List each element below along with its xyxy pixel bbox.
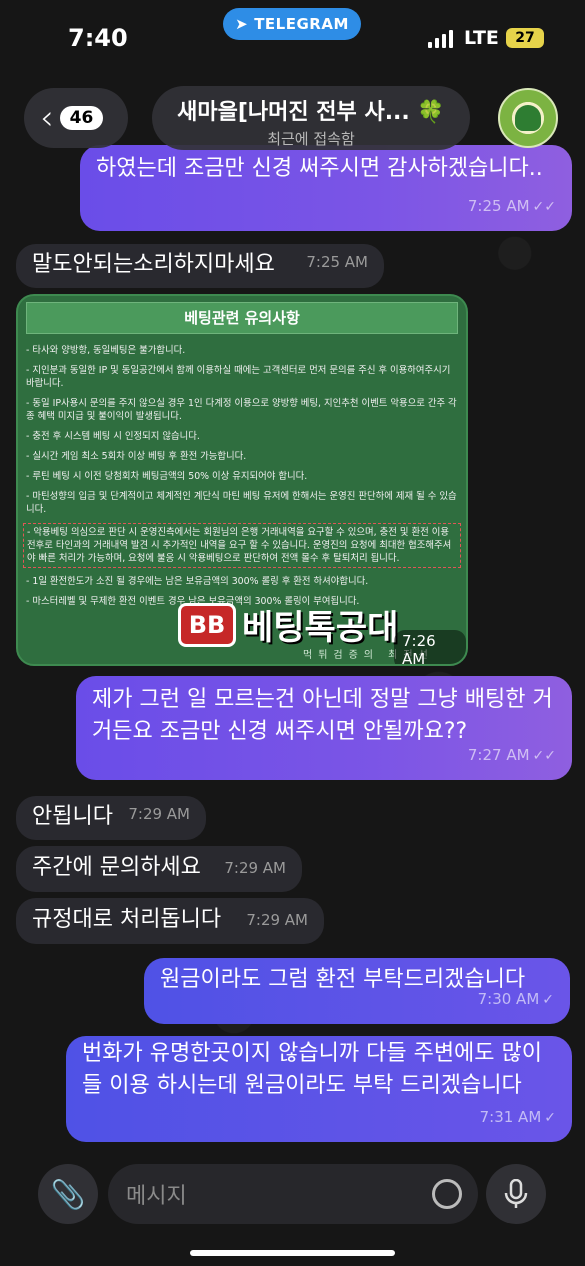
battery-icon: 27: [506, 28, 544, 48]
chat-title-pill[interactable]: 새마을[나머진 전부 사... 🍀 최근에 접속함: [152, 86, 470, 150]
home-indicator: [190, 1250, 395, 1256]
message-incoming[interactable]: 주간에 문의하세요 7:29 AM: [16, 846, 302, 892]
message-meta: 7:30 AM ✓: [477, 990, 554, 1008]
attach-button[interactable]: 📎: [38, 1164, 98, 1224]
message-time: 7:29 AM: [128, 805, 190, 823]
notice-title: 베팅관련 유의사항: [26, 302, 458, 334]
single-check-icon: ✓: [542, 992, 554, 1008]
message-outgoing[interactable]: 원금이라도 그럼 환전 부탁드리겠습니다 7:30 AM ✓: [144, 958, 570, 1024]
message-meta: 7:25 AM ✓✓: [467, 197, 556, 215]
message-time: 7:25 AM: [306, 253, 368, 271]
notice-item: - 실시간 게임 최소 5회차 이상 베팅 후 환전 가능합니다.: [26, 451, 247, 462]
voice-record-button[interactable]: [486, 1164, 546, 1224]
avatar-logo-icon: [515, 105, 541, 131]
message-time: 7:26 AM: [394, 630, 466, 664]
notice-item: - 동일 IP사용시 문의를 주지 않으실 경우 1인 다계정 이용으로 양방향…: [26, 398, 457, 422]
telegram-label: TELEGRAM: [254, 15, 349, 33]
unread-count-badge: 46: [59, 106, 104, 130]
message-incoming[interactable]: 말도안되는소리하지마세요 7:25 AM: [16, 244, 384, 288]
message-text: 규정대로 처리돕니다: [32, 907, 222, 932]
status-bar: 7:40 ➤ TELEGRAM LTE 27: [0, 0, 585, 70]
sticker-icon[interactable]: [432, 1179, 462, 1209]
single-check-icon: ✓: [544, 1110, 556, 1126]
message-meta: 7:31 AM ✓: [479, 1108, 556, 1126]
message-input[interactable]: 메시지: [108, 1164, 478, 1224]
signal-icon: [428, 30, 453, 48]
notice-item-highlighted: - 악용베팅 의심으로 판단 시 운영진측에서는 회원님의 은행 거래내역을 요…: [23, 523, 461, 568]
paper-plane-icon: ➤: [235, 15, 249, 33]
message-text: 말도안되는소리하지마세요: [32, 252, 275, 277]
microphone-icon: [504, 1179, 528, 1208]
message-time: 7:29 AM: [224, 859, 286, 877]
message-time: 7:29 AM: [246, 911, 308, 929]
watermark-logo: BB: [178, 602, 236, 647]
notice-item: - 충전 후 시스템 베팅 시 인정되지 않습니다.: [26, 431, 200, 442]
message-outgoing[interactable]: 제가 그런 일 모르는건 아닌데 정말 그냥 배팅한 거거든요 조금만 신경 써…: [76, 676, 572, 780]
message-placeholder: 메시지: [126, 1184, 187, 1209]
watermark: BB 베팅톡공대: [178, 600, 398, 649]
clock: 7:40: [68, 24, 128, 52]
notice-item: - 마틴성향의 입금 및 단계적이고 체계적인 계단식 마틴 베팅 유저에 한해…: [26, 491, 457, 515]
message-text: 원금이라도 그럼 환전 부탁드리겠습니다: [160, 967, 526, 992]
back-button[interactable]: ‹ 46: [24, 88, 128, 148]
double-check-icon: ✓✓: [532, 748, 556, 764]
double-check-icon: ✓✓: [532, 199, 556, 215]
message-incoming[interactable]: 안됩니다 7:29 AM: [16, 796, 206, 840]
message-text: 제가 그런 일 모르는건 아닌데 정말 그냥 배팅한 거거든요 조금만 신경 써…: [92, 687, 553, 744]
message-text: 안됩니다: [32, 804, 113, 829]
message-text: 번화가 유명한곳이지 않습니까 다들 주변에도 많이들 이용 하시는데 원금이라…: [82, 1041, 543, 1098]
last-seen-status: 최근에 접속함: [267, 130, 355, 148]
chat-title: 새마을[나머진 전부 사... 🍀: [177, 100, 445, 125]
notice-list: - 타사와 양방항, 동일베팅은 불가합니다. - 지인분과 동일한 IP 및 …: [18, 334, 466, 608]
telegram-pill[interactable]: ➤ TELEGRAM: [223, 8, 361, 40]
network-label: LTE: [464, 27, 499, 49]
notice-item: - 타사와 양방항, 동일베팅은 불가합니다.: [26, 345, 186, 356]
chat-header: ‹ 46 새마을[나머진 전부 사... 🍀 최근에 접속함: [0, 80, 585, 160]
image-message[interactable]: 베팅관련 유의사항 - 타사와 양방항, 동일베팅은 불가합니다. - 지인분과…: [16, 294, 468, 666]
message-meta: 7:27 AM ✓✓: [467, 746, 556, 764]
notice-item: - 루틴 베팅 시 이전 당첨회차 베팅금액의 50% 이상 유지되어야 합니다…: [26, 471, 308, 482]
notice-item: - 1일 환전한도가 소진 될 경우에는 남은 보유금액의 300% 롤링 후 …: [26, 576, 369, 587]
chat-avatar[interactable]: [498, 88, 558, 148]
watermark-text: 베팅톡공대: [242, 608, 399, 648]
message-incoming[interactable]: 규정대로 처리돕니다 7:29 AM: [16, 898, 324, 944]
message-text: 주간에 문의하세요: [32, 855, 201, 880]
composer-bar: 📎 메시지: [0, 1160, 585, 1230]
chevron-left-icon: ‹: [40, 98, 54, 138]
message-outgoing[interactable]: 번화가 유명한곳이지 않습니까 다들 주변에도 많이들 이용 하시는데 원금이라…: [66, 1036, 572, 1142]
notice-item: - 지인분과 동일한 IP 및 동일공간에서 함께 이용하실 때에는 고객센터로…: [26, 365, 451, 389]
paperclip-icon: 📎: [50, 1177, 86, 1211]
